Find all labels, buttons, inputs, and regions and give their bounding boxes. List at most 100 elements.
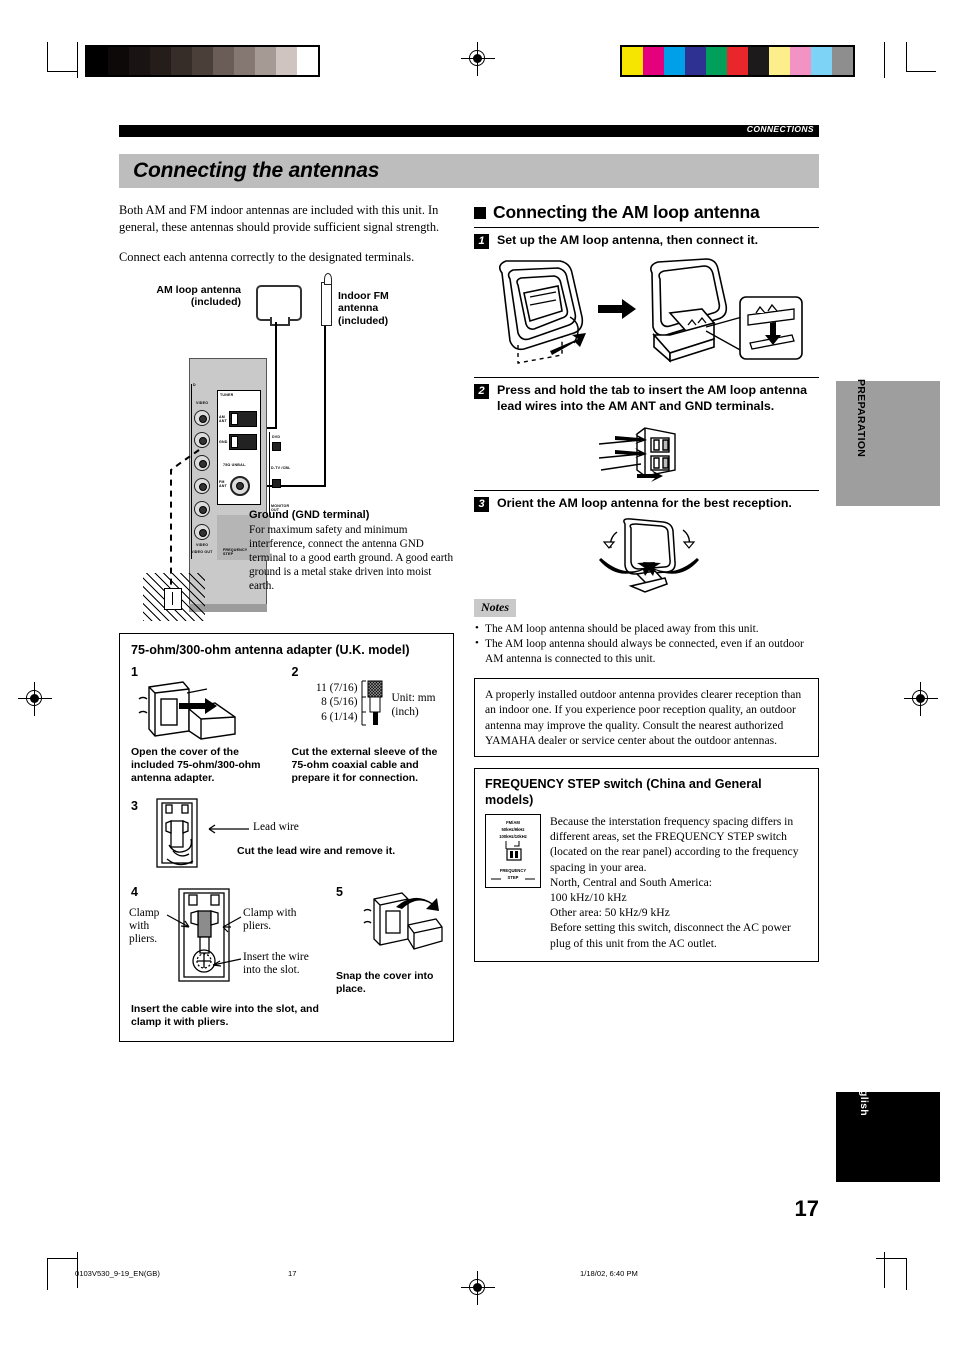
- adapter-step-5-illustration: [336, 891, 443, 965]
- ground-terminal-note-title: Ground (GND terminal): [249, 508, 370, 521]
- color-swatch-10: [832, 47, 853, 75]
- am-ant-terminal-slot: [231, 412, 238, 425]
- color-swatch-9: [811, 47, 832, 75]
- antenna-adapter-heading: 75-ohm/300-ohm antenna adapter (U.K. mod…: [131, 642, 410, 657]
- am-loop-section-header: Connecting the AM loop antenna: [474, 202, 819, 223]
- footer-filename: 0103V530_9-19_EN(GB): [75, 1269, 160, 1278]
- fm-label-line2: antenna: [338, 302, 379, 314]
- gray-swatch-2: [129, 47, 150, 75]
- crop-mark-tr-v: [906, 42, 907, 72]
- gnd-terminal-slot: [231, 435, 238, 448]
- gray-swatch-4: [171, 47, 192, 75]
- left-column: Both AM and FM indoor antennas are inclu…: [119, 202, 454, 1042]
- panel-label-tuner: TUNER: [220, 392, 234, 397]
- am-step-3-illustration: [474, 518, 819, 594]
- registration-mark-top: [461, 42, 495, 76]
- crop-mark-bl-v: [47, 1258, 48, 1290]
- coax-dim-2: 8 (5/16): [321, 696, 358, 709]
- am-step-2-illustration: [474, 424, 819, 482]
- coax-unit-inch: (inch): [391, 706, 419, 719]
- coax-cable-diagram: [361, 680, 382, 725]
- right-column: Connecting the AM loop antenna 1 Set up …: [474, 202, 819, 1042]
- am-loop-antenna-label-line2: (included): [190, 296, 241, 308]
- note-item: The AM loop antenna should be placed awa…: [474, 621, 819, 636]
- frequency-step-heading: FREQUENCY STEP switch (China and General…: [485, 777, 762, 807]
- side-tab-english: English: [836, 1076, 940, 1182]
- adapter-steps-4-5: 4 Clamp with pliers. Clamp with pliers. …: [129, 885, 443, 1029]
- am-step-2-row: 2 Press and hold the tab to insert the A…: [474, 383, 819, 414]
- switch-glyph: [505, 841, 522, 861]
- intro-text: Both AM and FM indoor antennas are inclu…: [119, 202, 454, 266]
- adapter-step-1: 1 Open the cover of the included 75-ohm/…: [131, 665, 282, 785]
- color-swatch-0: [622, 47, 643, 75]
- adapter-step-1-illustration: [131, 679, 282, 741]
- am-loop-antenna-icon: [256, 284, 302, 326]
- adapter-steps-1-2: 1 Open the cover of the included 75-ohm/…: [131, 665, 442, 785]
- am-loop-wire-vertical: [275, 321, 277, 429]
- color-swatch-3: [685, 47, 706, 75]
- switch-label-fm-am: FM/AM: [506, 820, 520, 826]
- coax-unit-mm: Unit: mm: [391, 691, 436, 704]
- adapter-step-5-caption: Snap the cover into place.: [336, 969, 434, 995]
- color-swatch-8: [790, 47, 811, 75]
- crop-mark-top-right-rule: [884, 42, 885, 78]
- am-step-1-block: 1 Set up the AM loop antenna, then conne…: [474, 227, 819, 367]
- antenna-adapter-box: 75-ohm/300-ohm antenna adapter (U.K. mod…: [119, 632, 454, 1042]
- color-swatch-5: [727, 47, 748, 75]
- gray-swatch-6: [213, 47, 234, 75]
- rca-jack-1: [194, 409, 210, 426]
- switch-label-100khz: 100kHz/10kHz: [499, 834, 527, 840]
- page-title: Connecting the antennas: [133, 159, 380, 182]
- manual-page: PREPARATION English 17 0103V530_9-19_EN(…: [0, 0, 954, 1351]
- am-loop-antenna-label: AM loop antenna (included): [119, 284, 241, 309]
- adapter-step-4-illustration: Clamp with pliers. Clamp with pliers. In…: [129, 887, 326, 991]
- gray-swatch-1: [108, 47, 129, 75]
- adapter-step-3-number: 3: [131, 798, 138, 813]
- indoor-fm-antenna-icon: [321, 272, 332, 326]
- crop-mark-top-left-rule: [77, 42, 78, 78]
- coax-unit-note: Unit: mm (inch): [392, 691, 436, 720]
- ground-terminal-note: Ground (GND terminal) For maximum safety…: [249, 508, 454, 593]
- notes-label: Notes: [474, 599, 516, 617]
- grayscale-swatch-bar: [85, 45, 320, 77]
- crop-mark-bl-h: [47, 1258, 77, 1259]
- outdoor-antenna-tip-box: A properly installed outdoor antenna pro…: [474, 678, 819, 758]
- adapter-step-5: 5 Snap the cover into place.: [336, 885, 443, 1029]
- footer-page: 17: [288, 1269, 297, 1278]
- color-swatch-7: [769, 47, 790, 75]
- fm-label-line1: Indoor FM: [338, 289, 389, 302]
- adapter-step-3: 3 Lead wire Cut the lead wire and remove…: [131, 797, 442, 869]
- gray-swatch-8: [255, 47, 276, 75]
- coax-dimensions: 11 (7/16) 8 (5/16) 6 (1/14): [292, 681, 358, 725]
- antenna-connection-diagram: AM loop antenna (included) Indoor FM ant…: [119, 272, 454, 625]
- coax-dim-3: 6 (1/14): [321, 710, 358, 723]
- am-loop-antenna-label-line1: AM loop antenna: [156, 283, 241, 296]
- color-swatch-1: [643, 47, 664, 75]
- panel-label-gnd: GND: [219, 439, 228, 444]
- fm-coax-jack: [230, 475, 250, 496]
- note-item: The AM loop antenna should always be con…: [474, 636, 819, 666]
- panel-label-dvd: DVD: [272, 434, 281, 439]
- am-step-3-row: 3 Orient the AM loop antenna for the bes…: [474, 496, 819, 512]
- outdoor-antenna-tip-text: A properly installed outdoor antenna pro…: [485, 688, 802, 747]
- gray-swatch-5: [192, 47, 213, 75]
- frequency-step-switch-icon: FM/AM 50kHz/9kHz 100kHz/10kHz FREQUENCY …: [485, 814, 541, 889]
- crop-mark-tl-v: [47, 42, 48, 72]
- color-swatch-6: [748, 47, 769, 75]
- ground-terminal-note-text: For maximum safety and minimum interfere…: [249, 523, 454, 592]
- am-step-1-badge: 1: [474, 234, 489, 249]
- gray-swatch-7: [234, 47, 255, 75]
- adapter-step-2-number: 2: [291, 664, 299, 679]
- crop-mark-tl-h: [47, 71, 77, 72]
- section-header-label: CONNECTIONS: [746, 124, 814, 134]
- color-swatch-bar: [620, 45, 855, 77]
- gray-swatch-0: [87, 47, 108, 75]
- frequency-step-text: Because the interstation frequency spaci…: [550, 815, 799, 950]
- crop-mark-tr-h: [906, 71, 936, 72]
- am-step-2-badge: 2: [474, 384, 489, 399]
- section-bullet-square-icon: [474, 206, 486, 219]
- coax-dim-1: 11 (7/16): [315, 681, 358, 694]
- am-step-3-text: Orient the AM loop antenna for the best …: [497, 496, 792, 510]
- panel-label-frequency-step: FREQUENCY STEP: [223, 547, 248, 556]
- crop-mark-bottom-right-rule: [884, 1252, 885, 1288]
